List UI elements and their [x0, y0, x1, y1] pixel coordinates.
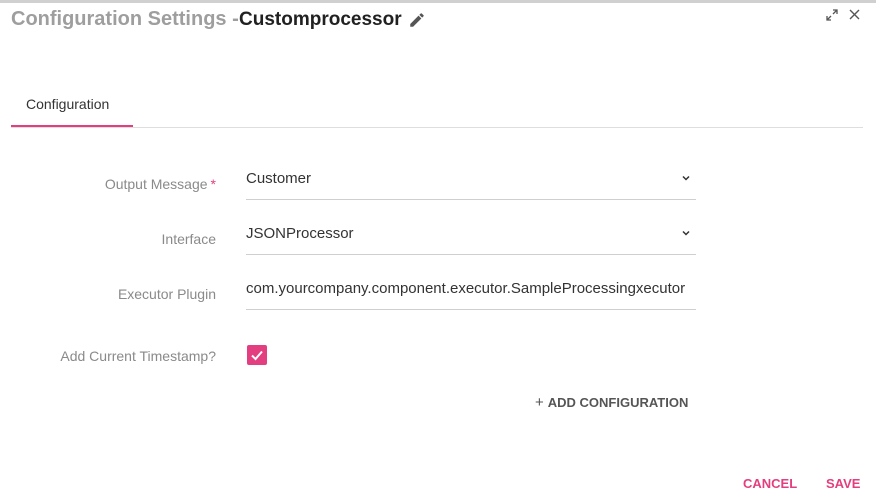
- tab-configuration[interactable]: Configuration: [11, 84, 133, 127]
- required-mark: *: [210, 176, 216, 192]
- check-icon: [251, 350, 263, 361]
- dialog-title: Configuration Settings -: [11, 8, 239, 30]
- component-name: Customprocessor: [239, 9, 402, 30]
- chevron-down-icon: [682, 230, 690, 236]
- pencil-icon[interactable]: [408, 11, 426, 29]
- interface-label: Interface: [161, 231, 216, 247]
- add-timestamp-checkbox[interactable]: [247, 345, 267, 365]
- interface-select[interactable]: JSONProcessor: [246, 225, 696, 255]
- executor-plugin-label: Executor Plugin: [117, 286, 216, 302]
- dialog-top-border: [0, 0, 876, 3]
- plus-icon: +: [535, 394, 544, 411]
- tab-bar: Configuration: [11, 84, 863, 128]
- executor-plugin-input[interactable]: com.yourcompany.component.executor.Sampl…: [246, 280, 696, 310]
- output-message-value: Customer: [246, 170, 312, 187]
- output-message-label: Output Message *: [105, 176, 216, 192]
- executor-plugin-value: com.yourcompany.component.executor.Sampl…: [246, 280, 686, 297]
- output-message-label-text: Output Message: [104, 176, 208, 192]
- expand-icon[interactable]: [826, 9, 838, 21]
- output-message-select[interactable]: Customer: [246, 170, 696, 200]
- tab-configuration-label: Configuration: [26, 96, 110, 112]
- chevron-down-icon: [682, 175, 690, 181]
- close-icon[interactable]: [849, 9, 860, 20]
- interface-value: JSONProcessor: [246, 225, 354, 242]
- save-button[interactable]: SAVE: [826, 476, 860, 491]
- add-timestamp-label: Add Current Timestamp?: [60, 348, 216, 364]
- add-configuration-button[interactable]: + ADD CONFIGURATION: [535, 394, 688, 411]
- cancel-button[interactable]: CANCEL: [743, 476, 797, 491]
- add-configuration-label: ADD CONFIGURATION: [547, 395, 689, 410]
